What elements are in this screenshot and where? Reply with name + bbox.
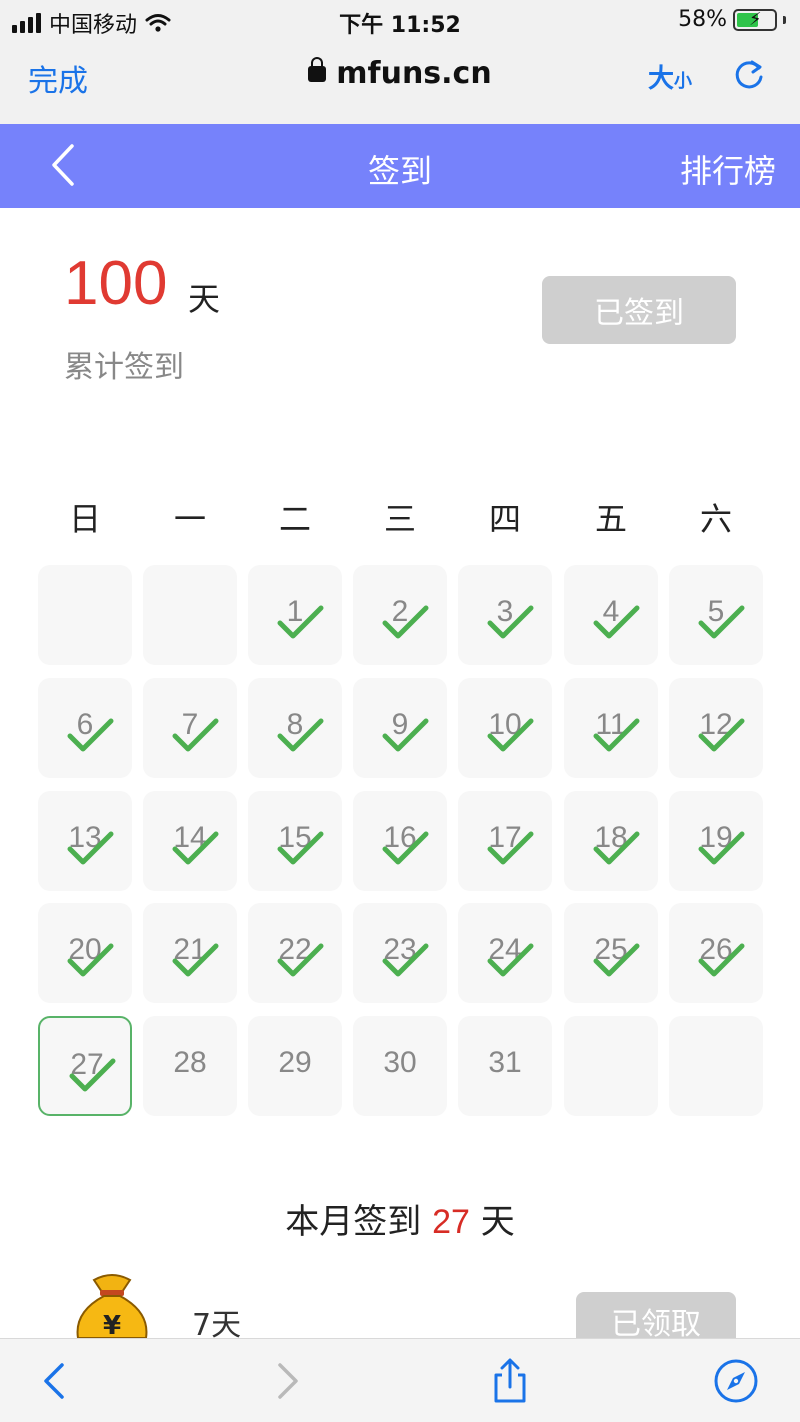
- month-summary: 本月签到 27 天: [0, 1194, 800, 1243]
- money-bag-icon: ¥: [64, 1272, 160, 1338]
- calendar-day[interactable]: 9: [353, 678, 447, 778]
- calendar-day[interactable]: 11: [564, 678, 658, 778]
- calendar-day[interactable]: 12: [669, 678, 763, 778]
- calendar-day[interactable]: 20: [38, 903, 132, 1003]
- weekday-label: 三: [383, 500, 416, 538]
- calendar-day[interactable]: 31: [458, 1016, 552, 1116]
- check-icon: [487, 605, 534, 639]
- check-icon: [67, 831, 114, 865]
- weekday-label: 一: [173, 500, 206, 538]
- check-icon: [172, 831, 219, 865]
- browser-bar: 完成 mfuns.cn 大小: [0, 40, 800, 124]
- reload-icon[interactable]: [732, 58, 766, 92]
- forward-icon[interactable]: [262, 1357, 310, 1405]
- calendar-day[interactable]: 25: [564, 903, 658, 1003]
- weekday-label: 四: [488, 500, 521, 538]
- calendar-day[interactable]: 1: [248, 565, 342, 665]
- check-icon: [382, 605, 429, 639]
- calendar-day[interactable]: 6: [38, 678, 132, 778]
- check-icon: [67, 943, 114, 977]
- check-icon: [593, 605, 640, 639]
- month-summary-prefix: 本月签到: [285, 1202, 422, 1242]
- calendar-empty-cell: [38, 565, 132, 665]
- calendar-day[interactable]: 26: [669, 903, 763, 1003]
- calendar-day[interactable]: 13: [38, 791, 132, 891]
- check-icon: [277, 831, 324, 865]
- check-icon: [593, 831, 640, 865]
- calendar-day[interactable]: 16: [353, 791, 447, 891]
- check-icon: [487, 831, 534, 865]
- calendar-day[interactable]: 4: [564, 565, 658, 665]
- back-icon[interactable]: [32, 1357, 80, 1405]
- check-icon: [382, 943, 429, 977]
- day-number: 29: [278, 1046, 312, 1079]
- app-header: 签到 排行榜: [0, 124, 800, 208]
- calendar-day[interactable]: 17: [458, 791, 552, 891]
- day-number: 30: [383, 1046, 417, 1079]
- calendar-day[interactable]: 14: [143, 791, 237, 891]
- check-icon: [698, 943, 745, 977]
- calendar-day[interactable]: 19: [669, 791, 763, 891]
- compass-icon[interactable]: [712, 1357, 760, 1405]
- calendar-empty-cell: [669, 1016, 763, 1116]
- check-icon: [698, 831, 745, 865]
- calendar-day[interactable]: 8: [248, 678, 342, 778]
- text-size-button[interactable]: 大小: [648, 58, 692, 95]
- check-icon: [67, 718, 114, 752]
- check-icon: [69, 1058, 116, 1092]
- svg-text:¥: ¥: [103, 1311, 121, 1338]
- calendar-day[interactable]: 27: [38, 1016, 132, 1116]
- total-days-unit: 天: [188, 280, 221, 318]
- month-summary-count: 27: [432, 1203, 470, 1241]
- weekday-label: 日: [68, 500, 101, 538]
- check-icon: [277, 718, 324, 752]
- calendar-day[interactable]: 22: [248, 903, 342, 1003]
- calendar-day[interactable]: 23: [353, 903, 447, 1003]
- browser-toolbar: [0, 1338, 800, 1422]
- calendar-day[interactable]: 10: [458, 678, 552, 778]
- battery-percent: 58%: [678, 7, 727, 32]
- calendar-day[interactable]: 30: [353, 1016, 447, 1116]
- calendar-day[interactable]: 21: [143, 903, 237, 1003]
- status-bar: 中国移动 下午 11:52 58% ⚡: [0, 0, 800, 40]
- calendar-empty-cell: [564, 1016, 658, 1116]
- day-number: 31: [488, 1046, 522, 1079]
- check-icon: [698, 718, 745, 752]
- calendar-day[interactable]: 3: [458, 565, 552, 665]
- check-icon: [277, 605, 324, 639]
- check-icon: [382, 831, 429, 865]
- check-icon: [593, 943, 640, 977]
- total-days-count: 100: [64, 249, 168, 318]
- url-text: mfuns.cn: [336, 56, 492, 91]
- calendar-day[interactable]: 18: [564, 791, 658, 891]
- weekday-label: 六: [699, 500, 732, 538]
- calendar-day[interactable]: 5: [669, 565, 763, 665]
- calendar-day[interactable]: 28: [143, 1016, 237, 1116]
- weekday-label: 二: [278, 500, 311, 538]
- calendar-empty-cell: [143, 565, 237, 665]
- check-icon: [277, 943, 324, 977]
- weekday-label: 五: [594, 500, 627, 538]
- ranking-link[interactable]: 排行榜: [680, 146, 776, 192]
- check-icon: [487, 943, 534, 977]
- share-icon[interactable]: [486, 1357, 534, 1405]
- signed-in-button[interactable]: 已签到: [542, 276, 736, 344]
- calendar-day[interactable]: 2: [353, 565, 447, 665]
- check-icon: [172, 718, 219, 752]
- day-number: 28: [173, 1046, 207, 1079]
- check-icon: [593, 718, 640, 752]
- calendar-day[interactable]: 15: [248, 791, 342, 891]
- check-icon: [172, 943, 219, 977]
- month-summary-unit: 天: [480, 1202, 515, 1242]
- calendar-day[interactable]: 29: [248, 1016, 342, 1116]
- check-icon: [382, 718, 429, 752]
- check-icon: [487, 718, 534, 752]
- calendar-day[interactable]: 7: [143, 678, 237, 778]
- calendar-day[interactable]: 24: [458, 903, 552, 1003]
- lock-icon: [308, 57, 327, 82]
- battery-icon: ⚡: [733, 8, 777, 31]
- total-days-label: 累计签到: [64, 350, 184, 385]
- check-icon: [698, 605, 745, 639]
